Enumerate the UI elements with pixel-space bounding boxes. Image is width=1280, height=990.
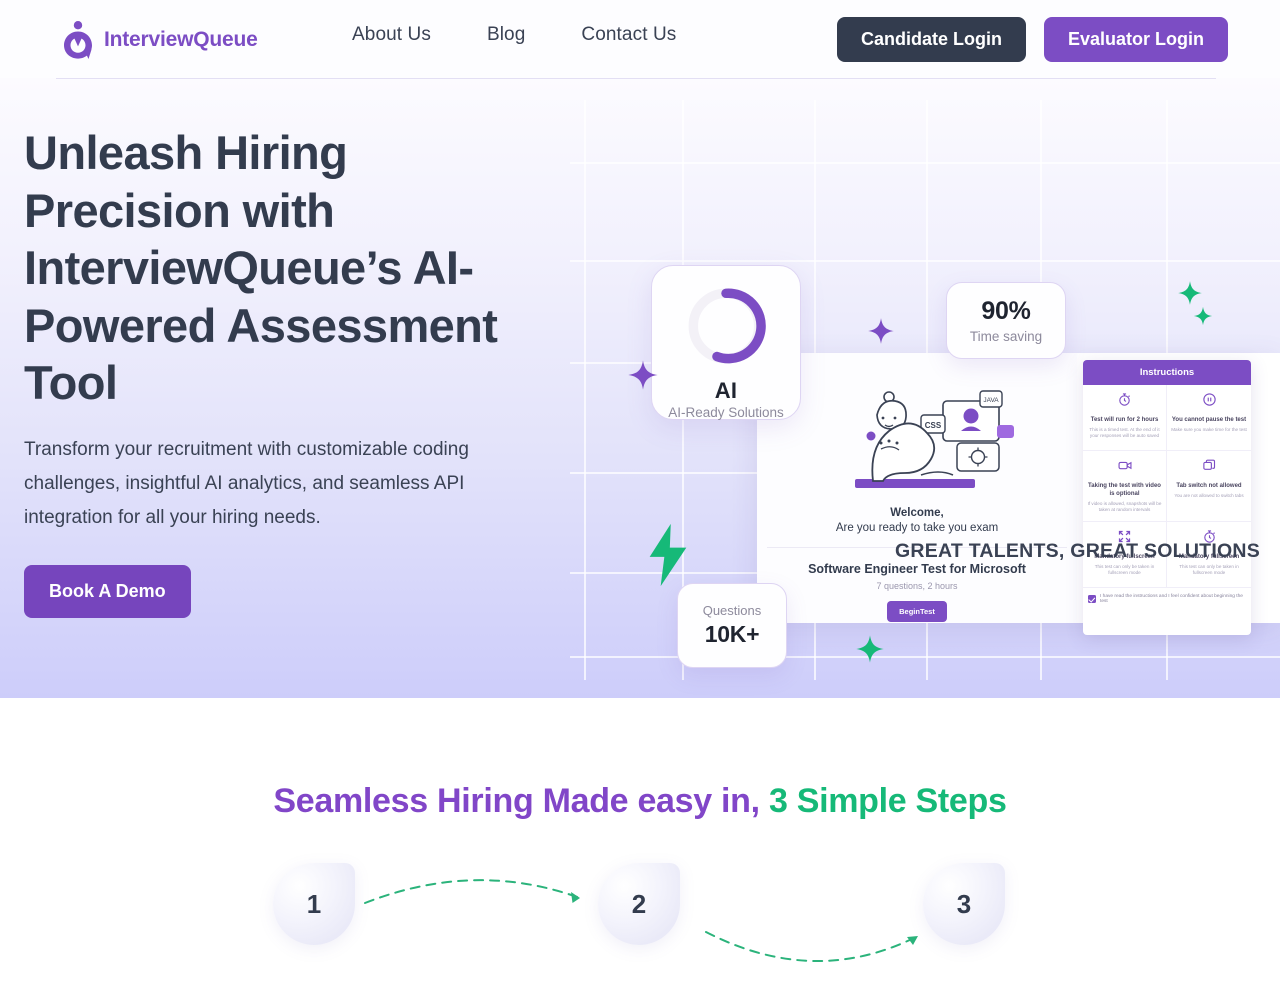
welcome-line-1: Welcome, — [890, 507, 944, 519]
evaluator-login-button[interactable]: Evaluator Login — [1043, 17, 1228, 62]
time-saving-card: 90% Time saving — [946, 282, 1066, 359]
site-header: InterviewQueue About Us Blog Contact Us … — [0, 0, 1280, 78]
begin-test-button[interactable]: BeginTest — [887, 601, 947, 622]
hero-subtitle: Transform your recruitment with customiz… — [24, 438, 469, 528]
brand-name: InterviewQueue — [104, 28, 258, 51]
instruction-title: Tab switch not allowed — [1176, 483, 1242, 489]
sparkle-purple-icon — [627, 359, 659, 396]
steps-heading-green: 3 Simple Steps — [759, 782, 1007, 820]
test-meta: 7 questions, 2 hours — [876, 581, 958, 591]
welcome-line-2: Are you ready to take you exam — [835, 522, 999, 534]
hero-copy: Unleash Hiring Precision with InterviewQ… — [24, 124, 564, 618]
stopwatch-icon — [1087, 392, 1162, 412]
lightning-bolt-green-icon — [646, 523, 690, 592]
brand-logo-link[interactable]: InterviewQueue — [62, 18, 258, 62]
step-arrow-2-to-3 — [705, 931, 919, 962]
instruction-desc: This test can only be taken in fullscree… — [1094, 563, 1155, 576]
consent-label: I have read the instructions and I feel … — [1100, 593, 1243, 604]
sparkle-purple-icon — [867, 317, 895, 350]
instructions-header: Instructions — [1083, 360, 1251, 385]
ai-card-sublabel: AI-Ready Solutions — [668, 405, 784, 420]
person-illustration-icon: JAVA CSS — [817, 363, 1017, 503]
header-actions: Candidate Login Evaluator Login — [836, 17, 1228, 62]
tab-switch-icon — [1171, 458, 1247, 478]
instruction-title: You cannot pause the test — [1171, 417, 1247, 423]
instruction-desc: Make sure you make time for the test — [1171, 427, 1247, 432]
instruction-title: Test will run for 2 hours — [1090, 417, 1159, 423]
time-saving-label: Time saving — [969, 329, 1043, 344]
instruction-item: Test will run for 2 hours This is a time… — [1083, 385, 1167, 451]
candidate-login-button[interactable]: Candidate Login — [836, 17, 1026, 62]
main-navigation: About Us Blog Contact Us — [352, 24, 676, 46]
sparkle-green-icon — [1193, 306, 1213, 331]
time-saving-value: 90% — [981, 297, 1031, 325]
book-a-demo-button[interactable]: Book A Demo — [24, 564, 191, 618]
instructions-consent-row[interactable]: I have read the instructions and I feel … — [1083, 588, 1251, 610]
instruction-item: Tab switch not allowed You are not allow… — [1167, 451, 1251, 522]
hero-section: Unleash Hiring Precision with InterviewQ… — [0, 78, 1280, 698]
questions-card: Questions 10K+ — [677, 583, 787, 668]
step-arrow-1-to-2 — [364, 879, 581, 904]
nav-item-blog[interactable]: Blog — [487, 24, 525, 46]
hero-top-divider — [56, 78, 1216, 79]
nav-item-contact-us[interactable]: Contact Us — [581, 24, 676, 46]
hero-tagline: GREAT TALENTS, GREAT SOLUTIONS — [895, 540, 1260, 562]
instructions-card: Instructions Test will run for 2 hours T… — [1083, 360, 1251, 635]
ai-progress-ring-icon — [683, 283, 769, 374]
hero-title: Unleash Hiring Precision with InterviewQ… — [24, 126, 498, 409]
step-circle-1[interactable]: 1 — [273, 863, 355, 945]
instruction-desc: This test can only be taken in fullscree… — [1179, 563, 1239, 576]
hero-illustration: JAVA CSS Welcome, Are you ready to take … — [570, 100, 1280, 680]
svg-text:CSS: CSS — [925, 421, 942, 430]
step-circle-2[interactable]: 2 — [598, 863, 680, 945]
instruction-item: You cannot pause the test Make sure you … — [1167, 385, 1251, 451]
steps-heading: Seamless Hiring Made easy in, 3 Simple S… — [0, 782, 1280, 821]
instruction-desc: If video is allowed, snapshots will be t… — [1087, 501, 1162, 513]
test-title: Software Engineer Test for Microsoft — [808, 562, 1026, 576]
nav-item-about-us[interactable]: About Us — [352, 24, 431, 46]
steps-heading-purple: Seamless Hiring Made easy in, — [273, 782, 760, 820]
exam-welcome-panel: JAVA CSS Welcome, Are you ready to take … — [757, 353, 1077, 623]
questions-value: 10K+ — [704, 621, 760, 647]
interviewqueue-logo-icon — [62, 20, 96, 60]
questions-label: Questions — [702, 603, 762, 618]
steps-section: Seamless Hiring Made easy in, 3 Simple S… — [0, 698, 1280, 962]
instruction-title: Taking the test with video is optional — [1088, 483, 1161, 497]
instruction-desc: This is a timed test. At the end of it y… — [1089, 427, 1160, 439]
pause-icon — [1171, 392, 1247, 412]
video-camera-icon — [1087, 458, 1162, 478]
sparkle-green-icon — [855, 634, 885, 669]
ai-card-label: AI — [714, 378, 738, 403]
step-circle-3[interactable]: 3 — [923, 863, 1005, 945]
svg-text:JAVA: JAVA — [983, 397, 999, 404]
instruction-item: Taking the test with video is optional I… — [1083, 451, 1167, 522]
ai-ready-card: AI AI-Ready Solutions — [651, 265, 801, 420]
consent-checkbox[interactable] — [1088, 594, 1096, 603]
instruction-desc: You are not allowed to switch tabs — [1174, 493, 1244, 498]
